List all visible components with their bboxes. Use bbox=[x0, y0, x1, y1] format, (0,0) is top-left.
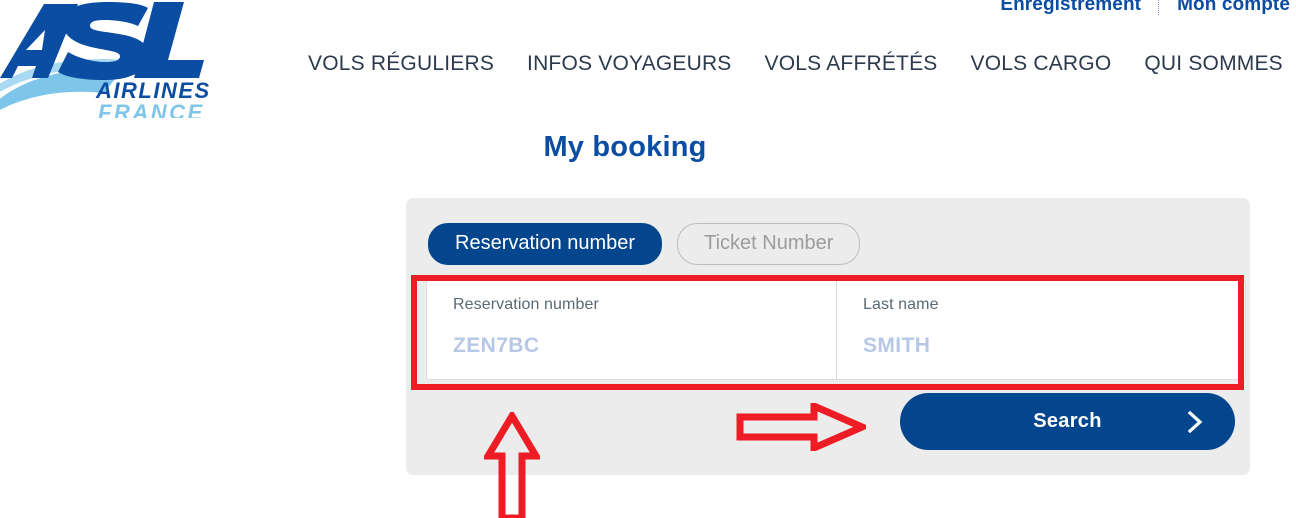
my-booking-panel: Reservation number Ticket Number Reserva… bbox=[406, 198, 1250, 475]
utility-link-mon-compte[interactable]: Mon compte bbox=[1177, 0, 1290, 16]
booking-fields-group: Reservation number ZEN7BC Last name SMIT… bbox=[426, 280, 1246, 380]
nav-item-vols-affretes[interactable]: VOLS AFFRÉTÉS bbox=[765, 52, 938, 76]
main-navigation: VOLS RÉGULIERS INFOS VOYAGEURS VOLS AFFR… bbox=[308, 52, 1283, 76]
lookup-type-tabs: Reservation number Ticket Number bbox=[428, 223, 861, 265]
search-button-label: Search bbox=[1033, 410, 1102, 432]
last-name-label: Last name bbox=[863, 296, 939, 313]
last-name-field[interactable]: Last name SMITH bbox=[836, 281, 1245, 379]
utility-link-enregistrement[interactable]: Enregistrement bbox=[1000, 0, 1141, 16]
reservation-number-label: Reservation number bbox=[453, 296, 599, 313]
search-button[interactable]: Search bbox=[900, 393, 1235, 450]
site-header: AIRLINES FRANCE Enregistrement Mon compt… bbox=[0, 0, 1296, 118]
chevron-right-icon bbox=[1187, 410, 1203, 433]
tab-ticket-number[interactable]: Ticket Number bbox=[677, 223, 861, 265]
nav-item-vols-cargo[interactable]: VOLS CARGO bbox=[971, 52, 1112, 76]
tab-reservation-number[interactable]: Reservation number bbox=[428, 223, 663, 265]
asl-airlines-logo[interactable]: AIRLINES FRANCE bbox=[0, 0, 246, 118]
nav-item-qui-sommes[interactable]: QUI SOMMES bbox=[1144, 52, 1283, 76]
page-title: My booking bbox=[0, 131, 1296, 164]
last-name-input[interactable]: SMITH bbox=[863, 334, 1245, 358]
utility-divider bbox=[1158, 0, 1160, 15]
reservation-number-input[interactable]: ZEN7BC bbox=[453, 334, 836, 358]
nav-item-infos-voyageurs[interactable]: INFOS VOYAGEURS bbox=[527, 52, 731, 76]
nav-item-vols-reguliers[interactable]: VOLS RÉGULIERS bbox=[308, 52, 494, 76]
utility-nav: Enregistrement Mon compte bbox=[1000, 0, 1290, 16]
reservation-number-field[interactable]: Reservation number ZEN7BC bbox=[427, 281, 836, 379]
svg-text:FRANCE: FRANCE bbox=[98, 100, 205, 118]
page-title-text: My booking bbox=[543, 131, 707, 163]
